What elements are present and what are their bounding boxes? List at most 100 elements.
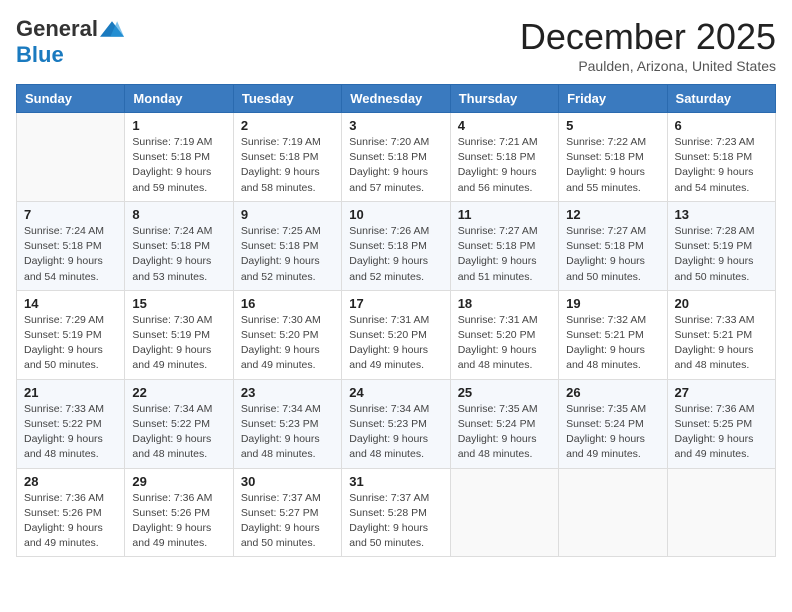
day-number: 22 <box>132 385 225 400</box>
day-info: Sunrise: 7:21 AMSunset: 5:18 PMDaylight:… <box>458 135 551 196</box>
calendar-cell: 21Sunrise: 7:33 AMSunset: 5:22 PMDayligh… <box>17 379 125 468</box>
day-number: 9 <box>241 207 334 222</box>
day-info: Sunrise: 7:30 AMSunset: 5:20 PMDaylight:… <box>241 313 334 374</box>
calendar-cell: 17 Sunrise: 7:31 AMSunset: 5:20 PMDayligh… <box>342 290 450 379</box>
day-number: 23 <box>241 385 334 400</box>
day-number: 26 <box>566 385 659 400</box>
day-info: Sunrise: 7:31 AMSunset: 5:20 PMDaylight:… <box>458 313 551 374</box>
calendar-cell: 2Sunrise: 7:19 AMSunset: 5:18 PMDaylight… <box>233 113 341 202</box>
day-number: 25 <box>458 385 551 400</box>
day-number: 5 <box>566 118 659 133</box>
weekday-header-thursday: Thursday <box>450 85 558 113</box>
calendar-cell: 7 Sunrise: 7:24 AMSunset: 5:18 PMDaylight… <box>17 201 125 290</box>
day-info: Sunrise: 7:28 AMSunset: 5:19 PMDaylight:… <box>675 224 768 285</box>
day-info: Sunrise: 7:34 AMSunset: 5:23 PMDaylight:… <box>241 402 334 463</box>
day-info: Sunrise: 7:36 AMSunset: 5:26 PMDaylight:… <box>132 491 225 552</box>
day-number: 11 <box>458 207 551 222</box>
title-block: December 2025 Paulden, Arizona, United S… <box>520 16 776 74</box>
weekday-header-wednesday: Wednesday <box>342 85 450 113</box>
day-number: 4 <box>458 118 551 133</box>
day-info: Sunrise: 7:27 AMSunset: 5:18 PMDaylight:… <box>458 224 551 285</box>
calendar-cell: 13Sunrise: 7:28 AMSunset: 5:19 PMDayligh… <box>667 201 775 290</box>
calendar-cell: 12 Sunrise: 7:27 AMSunset: 5:18 PMDayligh… <box>559 201 667 290</box>
day-number: 30 <box>241 474 334 489</box>
day-number: 24 <box>349 385 442 400</box>
day-number: 19 <box>566 296 659 311</box>
calendar-cell: 30Sunrise: 7:37 AMSunset: 5:27 PMDayligh… <box>233 468 341 557</box>
weekday-header-monday: Monday <box>125 85 233 113</box>
week-row-2: 7 Sunrise: 7:24 AMSunset: 5:18 PMDaylight… <box>17 201 776 290</box>
calendar-cell: 28 Sunrise: 7:36 AMSunset: 5:26 PMDayligh… <box>17 468 125 557</box>
day-number: 18 <box>458 296 551 311</box>
weekday-header-row: SundayMondayTuesdayWednesdayThursdayFrid… <box>17 85 776 113</box>
calendar-cell: 8 Sunrise: 7:24 AMSunset: 5:18 PMDaylight… <box>125 201 233 290</box>
day-info: Sunrise: 7:29 AMSunset: 5:19 PMDaylight:… <box>24 313 117 374</box>
calendar-cell: 27 Sunrise: 7:36 AMSunset: 5:25 PMDayligh… <box>667 379 775 468</box>
week-row-4: 21Sunrise: 7:33 AMSunset: 5:22 PMDayligh… <box>17 379 776 468</box>
calendar-cell: 25Sunrise: 7:35 AMSunset: 5:24 PMDayligh… <box>450 379 558 468</box>
day-info: Sunrise: 7:35 AMSunset: 5:24 PMDaylight:… <box>566 402 659 463</box>
day-info: Sunrise: 7:24 AMSunset: 5:18 PMDaylight:… <box>132 224 225 285</box>
calendar-table: SundayMondayTuesdayWednesdayThursdayFrid… <box>16 84 776 557</box>
day-number: 7 <box>24 207 117 222</box>
day-info: Sunrise: 7:19 AMSunset: 5:18 PMDaylight:… <box>132 135 225 196</box>
day-number: 29 <box>132 474 225 489</box>
day-number: 8 <box>132 207 225 222</box>
day-info: Sunrise: 7:24 AMSunset: 5:18 PMDaylight:… <box>24 224 117 285</box>
calendar-cell: 23 Sunrise: 7:34 AMSunset: 5:23 PMDayligh… <box>233 379 341 468</box>
day-number: 2 <box>241 118 334 133</box>
day-info: Sunrise: 7:31 AMSunset: 5:20 PMDaylight:… <box>349 313 442 374</box>
day-number: 3 <box>349 118 442 133</box>
calendar-cell: 11 Sunrise: 7:27 AMSunset: 5:18 PMDayligh… <box>450 201 558 290</box>
day-number: 15 <box>132 296 225 311</box>
calendar-cell: 18 Sunrise: 7:31 AMSunset: 5:20 PMDayligh… <box>450 290 558 379</box>
calendar-cell: 31 Sunrise: 7:37 AMSunset: 5:28 PMDayligh… <box>342 468 450 557</box>
weekday-header-friday: Friday <box>559 85 667 113</box>
day-info: Sunrise: 7:27 AMSunset: 5:18 PMDaylight:… <box>566 224 659 285</box>
weekday-header-sunday: Sunday <box>17 85 125 113</box>
day-info: Sunrise: 7:25 AMSunset: 5:18 PMDaylight:… <box>241 224 334 285</box>
calendar-cell: 15 Sunrise: 7:30 AMSunset: 5:19 PMDayligh… <box>125 290 233 379</box>
calendar-cell: 6Sunrise: 7:23 AMSunset: 5:18 PMDaylight… <box>667 113 775 202</box>
calendar-cell <box>17 113 125 202</box>
calendar-cell: 4 Sunrise: 7:21 AMSunset: 5:18 PMDaylight… <box>450 113 558 202</box>
day-number: 17 <box>349 296 442 311</box>
day-number: 16 <box>241 296 334 311</box>
logo: General Blue <box>16 16 124 68</box>
calendar-cell: 9 Sunrise: 7:25 AMSunset: 5:18 PMDaylight… <box>233 201 341 290</box>
day-info: Sunrise: 7:20 AMSunset: 5:18 PMDaylight:… <box>349 135 442 196</box>
day-number: 27 <box>675 385 768 400</box>
day-info: Sunrise: 7:32 AMSunset: 5:21 PMDaylight:… <box>566 313 659 374</box>
calendar-cell: 3 Sunrise: 7:20 AMSunset: 5:18 PMDaylight… <box>342 113 450 202</box>
day-info: Sunrise: 7:30 AMSunset: 5:19 PMDaylight:… <box>132 313 225 374</box>
day-number: 1 <box>132 118 225 133</box>
calendar-cell: 22Sunrise: 7:34 AMSunset: 5:22 PMDayligh… <box>125 379 233 468</box>
day-info: Sunrise: 7:36 AMSunset: 5:26 PMDaylight:… <box>24 491 117 552</box>
calendar-cell: 29 Sunrise: 7:36 AMSunset: 5:26 PMDayligh… <box>125 468 233 557</box>
week-row-3: 14Sunrise: 7:29 AMSunset: 5:19 PMDayligh… <box>17 290 776 379</box>
calendar-cell: 1 Sunrise: 7:19 AMSunset: 5:18 PMDaylight… <box>125 113 233 202</box>
day-number: 21 <box>24 385 117 400</box>
calendar-cell: 26 Sunrise: 7:35 AMSunset: 5:24 PMDayligh… <box>559 379 667 468</box>
day-number: 28 <box>24 474 117 489</box>
calendar-cell <box>559 468 667 557</box>
day-info: Sunrise: 7:34 AMSunset: 5:23 PMDaylight:… <box>349 402 442 463</box>
calendar-cell <box>667 468 775 557</box>
calendar-cell: 24 Sunrise: 7:34 AMSunset: 5:23 PMDayligh… <box>342 379 450 468</box>
day-info: Sunrise: 7:23 AMSunset: 5:18 PMDaylight:… <box>675 135 768 196</box>
day-info: Sunrise: 7:36 AMSunset: 5:25 PMDaylight:… <box>675 402 768 463</box>
day-info: Sunrise: 7:33 AMSunset: 5:21 PMDaylight:… <box>675 313 768 374</box>
day-info: Sunrise: 7:22 AMSunset: 5:18 PMDaylight:… <box>566 135 659 196</box>
calendar-cell: 19 Sunrise: 7:32 AMSunset: 5:21 PMDayligh… <box>559 290 667 379</box>
calendar-cell: 14Sunrise: 7:29 AMSunset: 5:19 PMDayligh… <box>17 290 125 379</box>
day-info: Sunrise: 7:37 AMSunset: 5:28 PMDaylight:… <box>349 491 442 552</box>
day-number: 10 <box>349 207 442 222</box>
weekday-header-saturday: Saturday <box>667 85 775 113</box>
day-number: 12 <box>566 207 659 222</box>
day-number: 20 <box>675 296 768 311</box>
day-number: 31 <box>349 474 442 489</box>
calendar-cell: 10Sunrise: 7:26 AMSunset: 5:18 PMDayligh… <box>342 201 450 290</box>
logo-icon <box>100 19 124 39</box>
logo-general: General <box>16 16 98 42</box>
week-row-1: 1 Sunrise: 7:19 AMSunset: 5:18 PMDaylight… <box>17 113 776 202</box>
